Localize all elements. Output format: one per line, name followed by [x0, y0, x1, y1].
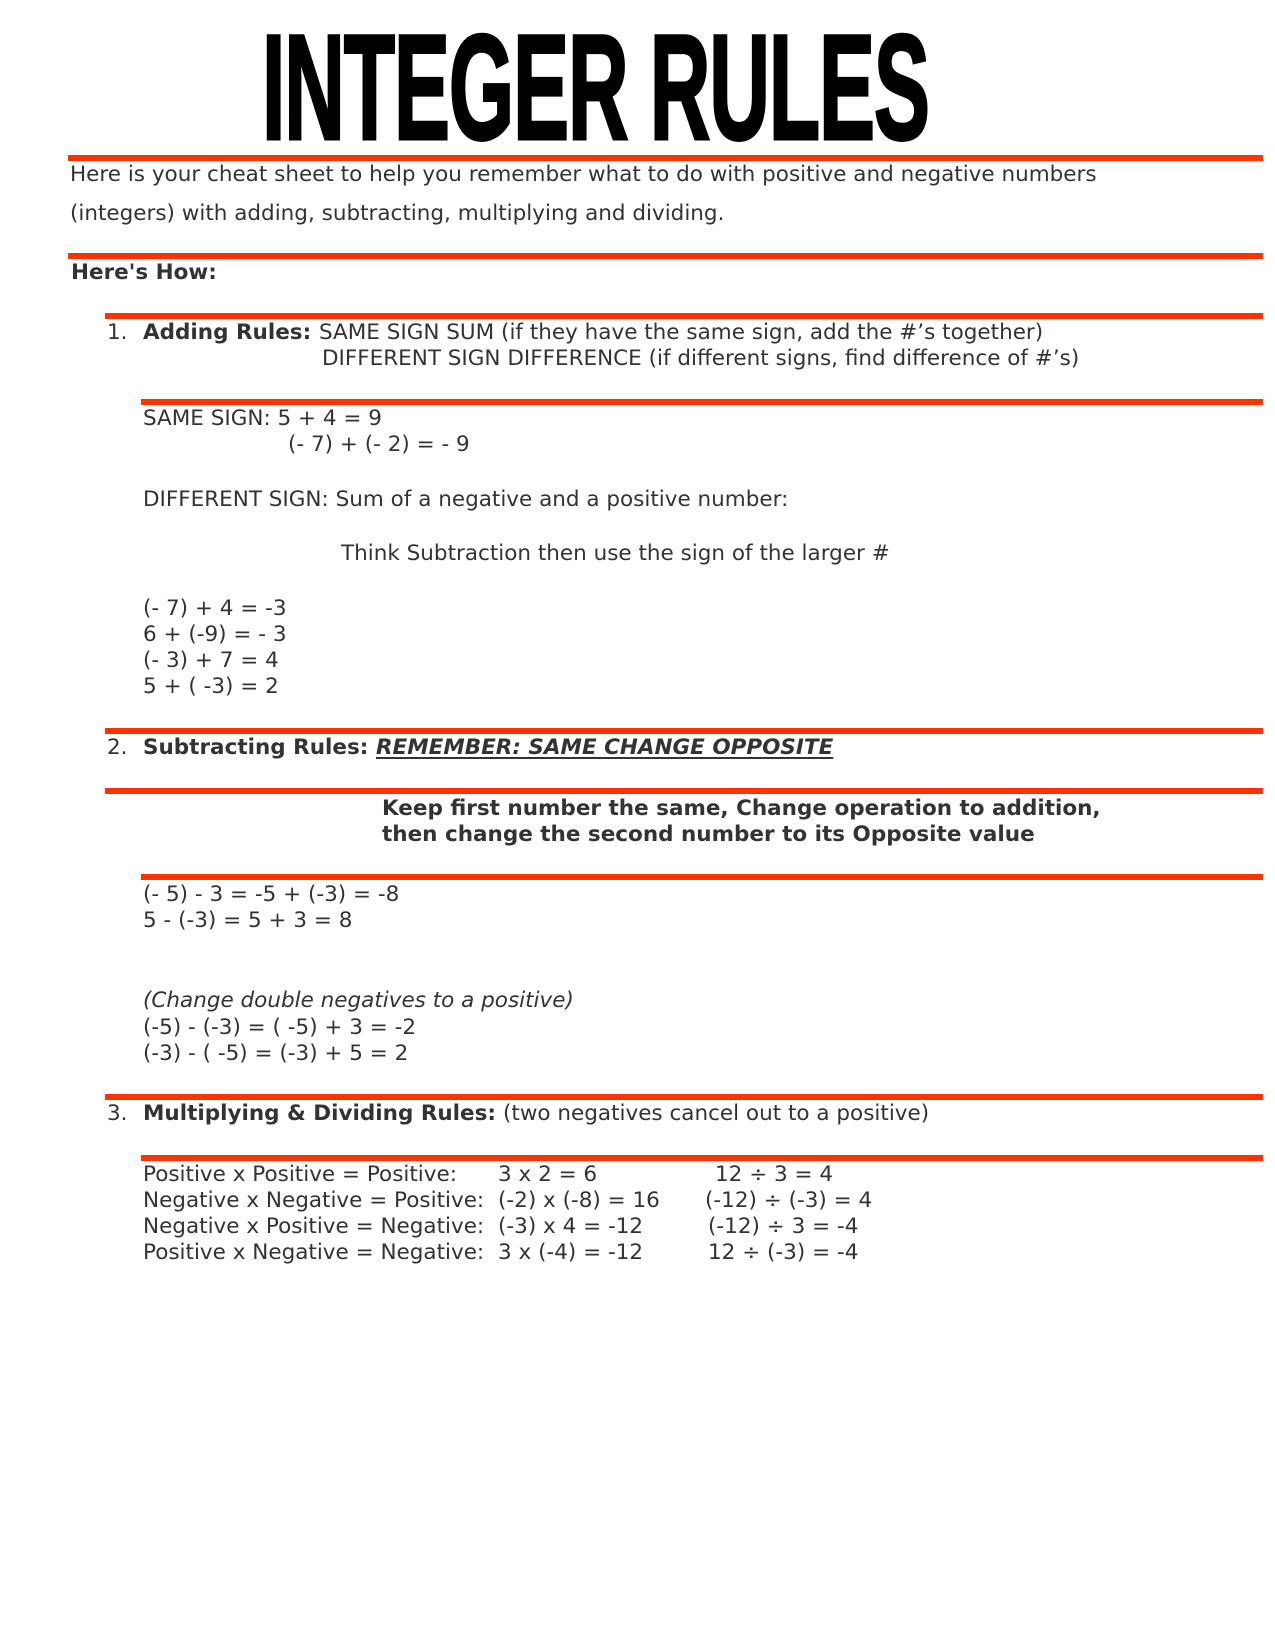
adding-example: 6 + (-9) = - 3	[143, 622, 287, 647]
div-example: (-12) ÷ (-3) = 4	[705, 1188, 873, 1213]
keep-change-line-1: Keep first number the same, Change opera…	[382, 796, 1101, 821]
divider	[105, 1094, 1263, 1100]
adding-example: (- 3) + 7 = 4	[143, 648, 279, 673]
divider	[105, 788, 1263, 794]
divider	[141, 874, 1263, 880]
double-negative-example: (-3) - ( -5) = (-3) + 5 = 2	[143, 1041, 409, 1066]
div-example: 12 ÷ 3 = 4	[715, 1162, 834, 1187]
divider	[141, 1155, 1263, 1161]
subtracting-number: 2.	[107, 735, 128, 760]
mult-rule: Positive x Negative = Negative:	[143, 1240, 485, 1265]
subtracting-heading: Subtracting Rules:	[143, 735, 369, 760]
adding-number: 1.	[107, 320, 128, 345]
mult-example: 3 x 2 = 6	[498, 1162, 598, 1187]
heres-how-heading: Here's How:	[71, 260, 217, 285]
think-subtraction: Think Subtraction then use the sign of t…	[341, 541, 890, 566]
divider	[105, 728, 1263, 734]
mult-example: (-2) x (-8) = 16	[498, 1188, 660, 1213]
adding-example: 5 + ( -3) = 2	[143, 674, 279, 699]
multiplying-heading: Multiplying & Dividing Rules:	[143, 1101, 497, 1126]
same-sign-example-1: SAME SIGN: 5 + 4 = 9	[143, 406, 382, 431]
divider	[68, 253, 1263, 259]
divider	[105, 313, 1263, 319]
adding-example: (- 7) + 4 = -3	[143, 596, 287, 621]
double-negative-example: (-5) - (-3) = ( -5) + 3 = -2	[143, 1015, 417, 1040]
adding-heading: Adding Rules:	[143, 320, 312, 345]
intro-line-1: Here is your cheat sheet to help you rem…	[70, 162, 1097, 187]
remember-phrase: REMEMBER: SAME CHANGE OPPOSITE	[376, 735, 834, 760]
subtracting-example: (- 5) - 3 = -5 + (-3) = -8	[143, 882, 400, 907]
same-sign-example-2: (- 7) + (- 2) = - 9	[288, 432, 470, 457]
div-example: (-12) ÷ 3 = -4	[708, 1214, 859, 1239]
multiplying-note: (two negatives cancel out to a positive)	[503, 1101, 930, 1126]
mult-rule: Negative x Negative = Positive:	[143, 1188, 485, 1213]
page-title: INTEGER RULES	[261, 3, 931, 171]
different-sign-label: DIFFERENT SIGN: Sum of a negative and a …	[143, 487, 789, 512]
adding-rule-same-sign: SAME SIGN SUM (if they have the same sig…	[319, 320, 1044, 345]
divider	[141, 399, 1263, 405]
multiplying-number: 3.	[107, 1101, 128, 1126]
mult-rule: Negative x Positive = Negative:	[143, 1214, 485, 1239]
intro-line-2: (integers) with adding, subtracting, mul…	[70, 201, 725, 226]
adding-rule-different-sign: DIFFERENT SIGN DIFFERENCE (if different …	[322, 346, 1080, 371]
div-example: 12 ÷ (-3) = -4	[708, 1240, 859, 1265]
mult-example: (-3) x 4 = -12	[498, 1214, 644, 1239]
mult-example: 3 x (-4) = -12	[498, 1240, 644, 1265]
subtracting-example: 5 - (-3) = 5 + 3 = 8	[143, 908, 353, 933]
keep-change-line-2: then change the second number to its Opp…	[382, 822, 1035, 847]
double-negative-note: (Change double negatives to a positive)	[143, 988, 574, 1013]
mult-rule: Positive x Positive = Positive:	[143, 1162, 457, 1187]
